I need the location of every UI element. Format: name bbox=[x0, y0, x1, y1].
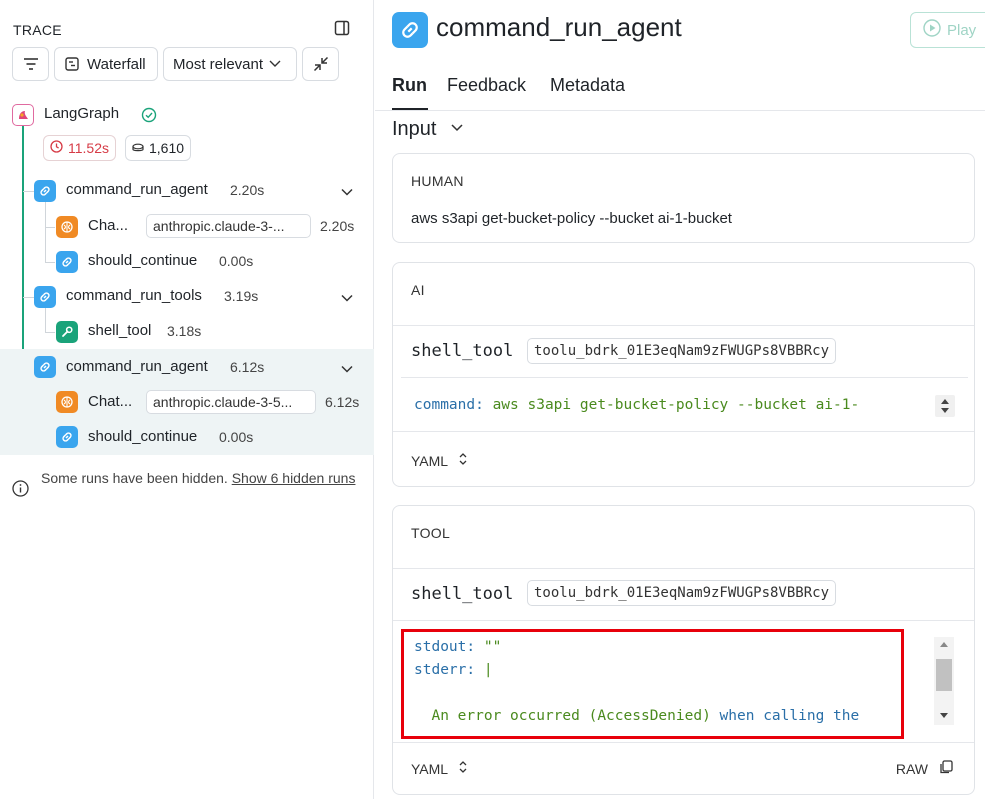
waterfall-icon bbox=[65, 57, 79, 71]
raw-label: RAW bbox=[895, 760, 928, 777]
waterfall-label: Waterfall bbox=[87, 55, 146, 73]
chain-link-icon bbox=[34, 356, 56, 378]
play-icon bbox=[923, 19, 941, 41]
format-label: YAML bbox=[411, 452, 449, 469]
tree-root-label: LangGraph bbox=[44, 105, 120, 122]
tool-call-id: toolu_bdrk_01E3eqNam9zFWUGPs8VBBRcy bbox=[527, 580, 837, 606]
chain-link-icon bbox=[34, 286, 56, 308]
model-badge: anthropic.claude-3-... bbox=[146, 214, 311, 238]
tree-row-command-run-agent[interactable]: command_run_agent 2.20s bbox=[0, 173, 374, 208]
row-label: should_continue bbox=[88, 252, 198, 269]
code-scrollbar[interactable] bbox=[934, 637, 954, 725]
copy-icon[interactable] bbox=[938, 759, 954, 778]
human-message-text: aws s3api get-bucket-policy --bucket ai-… bbox=[411, 210, 732, 227]
model-badge: anthropic.claude-3-5... bbox=[146, 390, 316, 414]
filter-icon bbox=[23, 57, 39, 71]
chevron-up-down-icon bbox=[458, 451, 468, 470]
chevron-up-down-icon bbox=[458, 759, 468, 778]
chain-link-icon bbox=[56, 251, 78, 273]
play-label: Play bbox=[947, 21, 977, 39]
format-selector[interactable]: YAML bbox=[411, 451, 468, 470]
ai-code-line: command: aws s3api get-bucket-policy --b… bbox=[414, 397, 859, 413]
row-time: 3.18s bbox=[167, 323, 202, 339]
clock-icon bbox=[50, 140, 63, 156]
row-label: shell_tool bbox=[88, 322, 152, 339]
code-key: command: bbox=[414, 397, 484, 413]
tool-call-id: toolu_bdrk_01E3eqNam9zFWUGPs8VBBRcy bbox=[527, 338, 837, 364]
tokens-value: 1,610 bbox=[149, 140, 185, 156]
tool-call-name: shell_tool bbox=[411, 341, 514, 361]
tree-row-command-run-tools[interactable]: command_run_tools 3.19s bbox=[0, 279, 374, 314]
code-value: aws s3api get-bucket-policy --bucket ai-… bbox=[483, 397, 860, 413]
tree-root-row[interactable]: LangGraph bbox=[0, 97, 374, 132]
tool-call-name: shell_tool bbox=[411, 584, 514, 604]
row-time: 0.00s bbox=[219, 429, 254, 445]
scroll-stepper-icon[interactable] bbox=[935, 395, 955, 422]
run-detail-panel: command_run_agent Play Run Feedback Meta… bbox=[375, 0, 985, 799]
sort-dropdown[interactable]: Most relevant bbox=[163, 47, 297, 81]
chain-link-icon bbox=[392, 12, 428, 48]
row-time: 2.20s bbox=[230, 182, 265, 198]
tab-metadata[interactable]: Metadata bbox=[550, 75, 625, 96]
row-label: should_continue bbox=[88, 428, 198, 445]
info-icon bbox=[12, 480, 29, 502]
hidden-runs-text: Some runs have been hidden. bbox=[41, 470, 232, 486]
chain-link-icon bbox=[56, 426, 78, 448]
row-time: 6.12s bbox=[325, 394, 360, 410]
tokens-badge: 1,610 bbox=[125, 135, 192, 161]
sort-label: Most relevant bbox=[173, 55, 264, 73]
format-label: YAML bbox=[411, 760, 449, 777]
human-message-card: HUMAN aws s3api get-bucket-policy --buck… bbox=[392, 153, 975, 243]
tree-row-should-continue[interactable]: should_continue 0.00s bbox=[0, 244, 374, 279]
collapse-icon bbox=[313, 56, 329, 72]
filter-button[interactable] bbox=[12, 47, 49, 81]
latency-badge: 11.52s bbox=[43, 135, 116, 161]
row-label: Cha... bbox=[88, 217, 129, 234]
trace-title: TRACE bbox=[13, 22, 62, 38]
highlight-box bbox=[401, 629, 904, 739]
playground-button[interactable]: Play bbox=[910, 12, 985, 48]
row-time: 0.00s bbox=[219, 253, 254, 269]
trace-panel: TRACE Waterfall Most relevant LangGraph … bbox=[0, 0, 374, 799]
row-label: command_run_agent bbox=[66, 181, 208, 198]
chevron-down-icon[interactable] bbox=[340, 290, 354, 304]
brain-icon bbox=[56, 391, 78, 413]
ai-message-card: AI shell_tool toolu_bdrk_01E3eqNam9zFWUG… bbox=[392, 262, 975, 487]
panel-toggle-icon[interactable] bbox=[334, 20, 352, 38]
tree-row-should-continue[interactable]: should_continue 0.00s bbox=[0, 420, 374, 455]
tree-row-command-run-agent-selected[interactable]: command_run_agent 6.12s bbox=[0, 349, 374, 385]
format-selector[interactable]: YAML bbox=[411, 759, 468, 778]
ai-label: AI bbox=[411, 282, 425, 298]
chevron-down-icon bbox=[269, 60, 281, 68]
row-time: 2.20s bbox=[320, 218, 355, 234]
tree-row-shell-tool[interactable]: shell_tool 3.18s bbox=[0, 314, 374, 349]
tab-feedback[interactable]: Feedback bbox=[447, 75, 526, 96]
brain-icon bbox=[56, 216, 78, 238]
human-label: HUMAN bbox=[411, 173, 464, 189]
chevron-down-icon[interactable] bbox=[340, 361, 354, 375]
tree-row-chat-model[interactable]: Chat... anthropic.claude-3-5... 6.12s bbox=[0, 385, 374, 420]
row-label: command_run_agent bbox=[66, 358, 208, 375]
input-section-heading[interactable]: Input bbox=[392, 118, 436, 141]
latency-value: 11.52s bbox=[68, 140, 109, 156]
row-time: 6.12s bbox=[230, 359, 265, 375]
success-icon bbox=[141, 107, 157, 128]
page-title: command_run_agent bbox=[436, 12, 682, 42]
chain-link-icon bbox=[34, 180, 56, 202]
show-hidden-runs-link[interactable]: Show 6 hidden runs bbox=[232, 470, 356, 486]
chevron-down-icon[interactable] bbox=[340, 184, 354, 198]
chevron-down-icon[interactable] bbox=[450, 121, 464, 140]
tab-run[interactable]: Run bbox=[392, 75, 427, 96]
tree-row-chat-model[interactable]: Cha... anthropic.claude-3-... 2.20s bbox=[0, 209, 374, 244]
waterfall-button[interactable]: Waterfall bbox=[54, 47, 158, 81]
langgraph-icon bbox=[12, 104, 34, 126]
collapse-button[interactable] bbox=[302, 47, 339, 81]
tool-label: TOOL bbox=[411, 525, 451, 541]
coins-icon bbox=[132, 140, 144, 156]
raw-toggle[interactable]: RAW bbox=[896, 759, 954, 778]
row-label: Chat... bbox=[88, 393, 133, 410]
wrench-icon bbox=[56, 321, 78, 343]
row-label: command_run_tools bbox=[66, 287, 202, 304]
row-time: 3.19s bbox=[224, 288, 259, 304]
